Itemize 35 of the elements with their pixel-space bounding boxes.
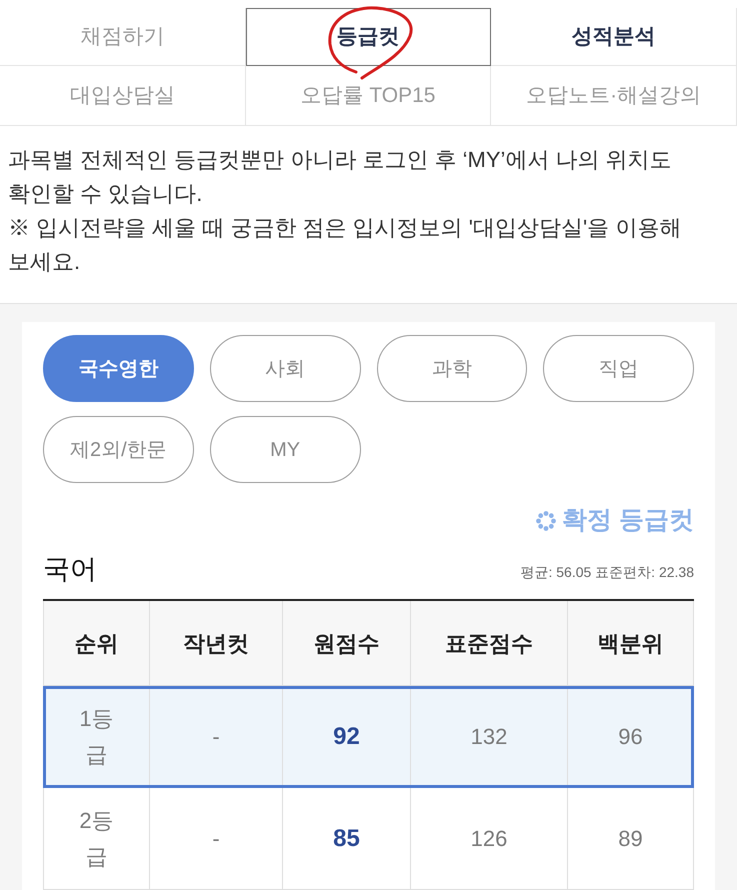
nav-tab[interactable]: 등급컷 xyxy=(246,8,492,66)
subject-title: 국어 xyxy=(43,553,97,586)
column-header: 표준점수 xyxy=(411,601,568,685)
table-cell-text: 89 xyxy=(618,825,643,853)
notice-text: ※ 입시전략을 세울 때 궁금한 점은 입시정보의 '대입상담실'을 이용해 보세요. xyxy=(8,214,682,276)
table-cell-text: 126 xyxy=(470,825,508,853)
nav-tab[interactable]: 오답노트·해설강의 xyxy=(491,66,737,126)
nav-tab[interactable]: 채점하기 xyxy=(0,8,246,66)
confirmed-grade-cut-link[interactable]: 확정 등급컷 xyxy=(536,503,694,539)
notice-text: 과목별 전체적인 등급컷뿐만 아니라 로그인 후 ‘MY’에서 나의 위치도 확인할 수 있습니다. xyxy=(8,146,673,208)
column-header: 작년컷 xyxy=(150,601,283,685)
stats-text: 평균: 56.05 표준편차: 22.38 xyxy=(520,563,694,582)
table-cell-text: - xyxy=(212,723,220,751)
nav-tab[interactable]: 대입상담실 xyxy=(0,66,246,126)
table-row[interactable]: 2등급 - 85 126 89 xyxy=(43,788,694,890)
table-cell-text: 85 xyxy=(333,824,360,854)
subject-tab[interactable]: 제2외/한문 xyxy=(43,416,194,483)
table-cell-text: - xyxy=(212,825,220,853)
nav-tab[interactable]: 성적분석 xyxy=(491,8,737,66)
table-cell-text: 96 xyxy=(618,723,643,751)
column-header: 순위 xyxy=(44,601,150,685)
table-cell-text: 2등급 xyxy=(78,806,115,870)
table-cell-text: 132 xyxy=(470,723,508,751)
subject-tab[interactable]: 과학 xyxy=(376,335,528,402)
subject-tab[interactable]: 사회 xyxy=(210,335,360,402)
column-header: 백분위 xyxy=(568,601,694,685)
subject-tab[interactable]: MY xyxy=(210,416,360,483)
table-cell-text: 1등급 xyxy=(78,704,115,768)
subject-tab[interactable]: 국수영한 xyxy=(43,335,194,402)
table-row[interactable]: 1등급 - 92 132 96 xyxy=(43,686,694,788)
nav-tab[interactable]: 오답률 TOP15 xyxy=(246,66,492,126)
subject-tab[interactable]: 직업 xyxy=(543,335,694,402)
dotted-ring-icon xyxy=(536,511,556,531)
table-cell-text: 92 xyxy=(333,722,360,752)
column-header: 원점수 xyxy=(283,601,411,685)
